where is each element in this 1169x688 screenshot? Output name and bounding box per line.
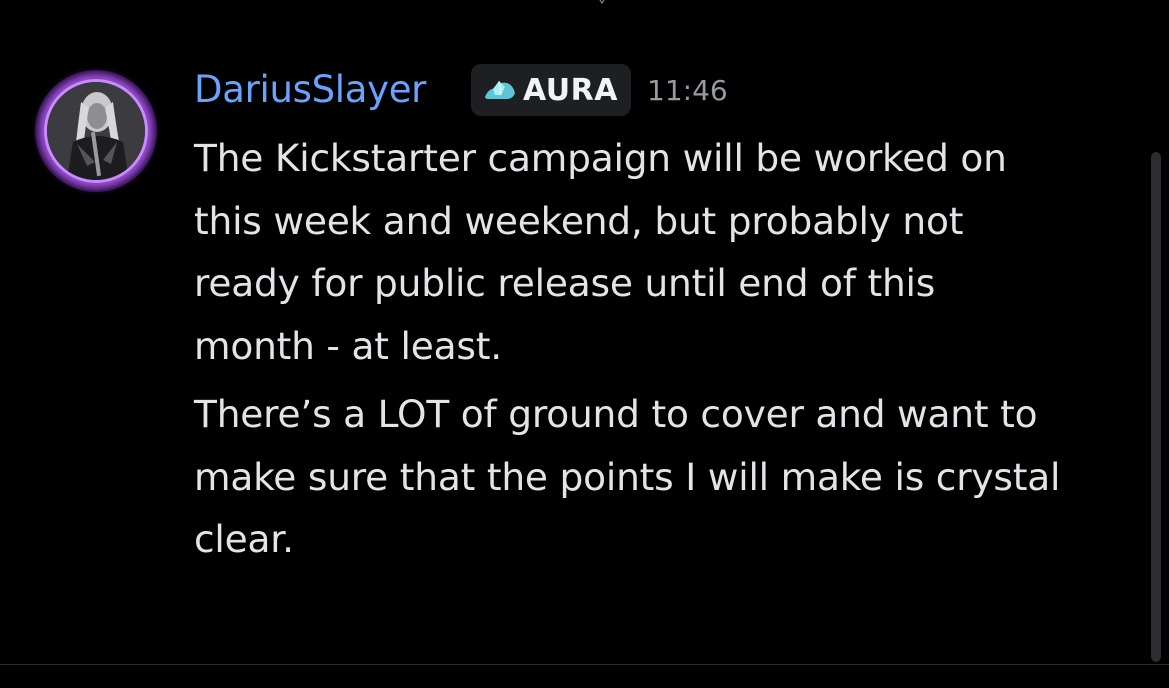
avatar-decoration <box>35 70 157 192</box>
username[interactable]: DariusSlayer <box>194 66 426 114</box>
avatar[interactable] <box>44 79 148 183</box>
scrollbar[interactable] <box>1151 152 1161 662</box>
chat-message: DariusSlayer AURA 11:46 The Kickstarter … <box>0 0 1169 688</box>
message-paragraph: There’s a LOT of ground to cover and wan… <box>194 392 1061 561</box>
divider <box>0 664 1169 665</box>
timestamp[interactable]: 11:46 <box>647 74 728 107</box>
message-paragraph: The Kickstarter campaign will be worked … <box>194 136 1007 368</box>
aura-crystal-icon <box>483 77 517 103</box>
server-tag-badge[interactable]: AURA <box>471 64 631 116</box>
tag-label: AURA <box>523 72 618 108</box>
avatar-image <box>47 82 145 180</box>
